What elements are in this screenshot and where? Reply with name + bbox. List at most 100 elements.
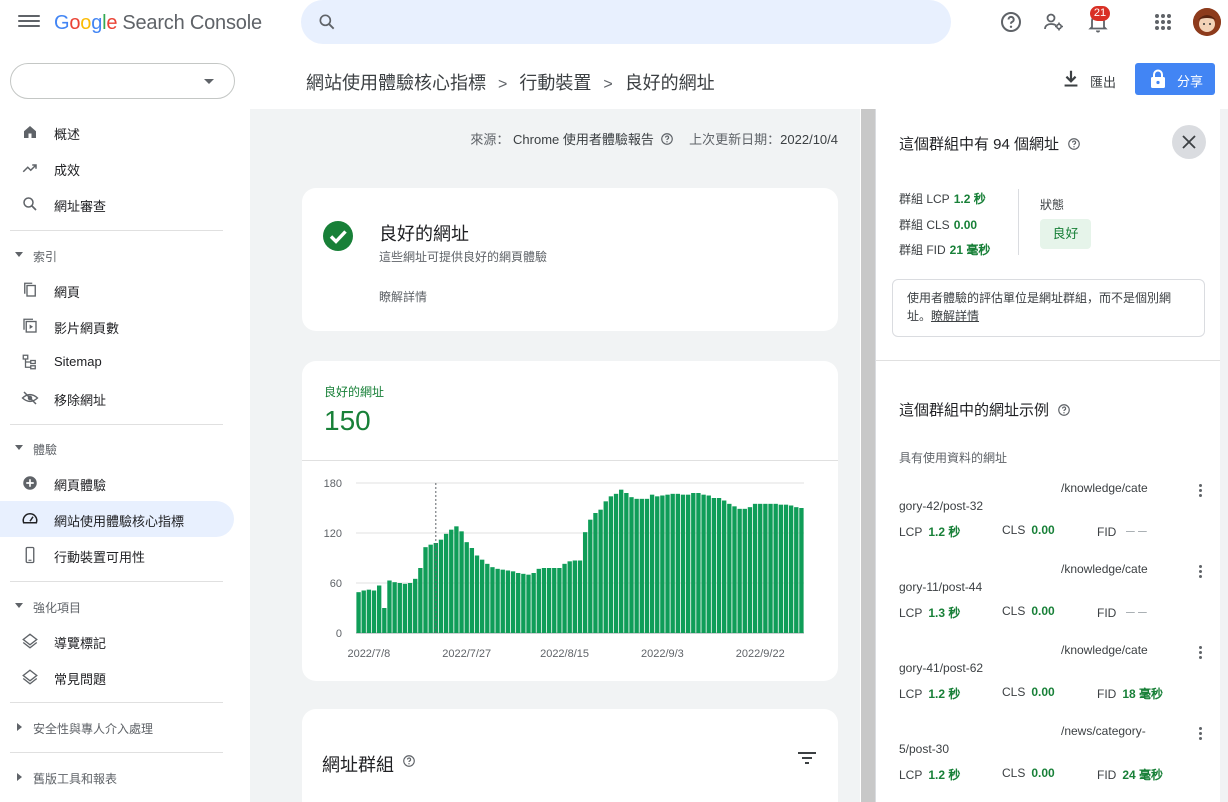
chart-bar[interactable] [562,563,567,633]
app-logo[interactable]: Google Search Console [54,12,262,35]
chart-bar[interactable] [639,498,644,633]
chart-bar[interactable] [510,571,516,633]
chart-bar[interactable] [665,494,670,633]
chart-bar[interactable] [469,548,475,633]
chart-bar[interactable] [696,493,701,633]
chart-bar[interactable] [629,497,634,633]
chart-bar[interactable] [356,592,361,633]
chart-bar[interactable] [598,509,603,633]
chart-bar[interactable] [711,498,717,633]
chart-bar[interactable] [799,508,804,633]
close-panel-button[interactable] [1172,125,1206,159]
chart-bar[interactable] [361,590,366,634]
chart-bar[interactable] [752,503,758,633]
chart-bar[interactable] [788,505,794,634]
chart-bar[interactable] [428,544,433,633]
chart-bar[interactable] [423,547,428,633]
chart-bar[interactable] [505,570,511,634]
chart-bar[interactable] [593,513,598,633]
sidebar-section-security[interactable]: 安全性與專人介入處理 [0,713,234,741]
search-input[interactable] [351,8,931,36]
chart-bar[interactable] [588,519,593,633]
sidebar-item-removals[interactable]: 移除網址 [0,380,234,416]
chart-bar[interactable] [742,508,747,633]
chart-bar[interactable] [747,507,753,633]
chart-bar[interactable] [376,585,382,634]
sidebar-section-legacy[interactable]: 舊版工具和報表 [0,763,234,791]
chart-bar[interactable] [783,504,789,633]
breadcrumb-item[interactable]: 行動裝置 [519,73,591,93]
good-urls-bar-chart[interactable]: 0 60 120 180 2022/7/8 2022/7/27 2022/8/15 2022/… [302,461,838,671]
chart-bar[interactable] [608,496,614,633]
url-example-row[interactable]: /knowledge/cate gory-42/post-32 LCP 1.2 秒… [876,481,1221,561]
chart-bar[interactable] [577,560,583,634]
chart-bar[interactable] [443,533,449,633]
chart-bar[interactable] [763,503,768,633]
url-example-row[interactable]: /knowledge/cate gory-41/post-62 LCP 1.2 秒… [876,643,1221,723]
chart-bar[interactable] [449,529,454,633]
sidebar-item-core-web-vitals[interactable]: 網站使用體驗核心指標 [0,501,234,537]
chart-bar[interactable] [387,580,392,634]
share-button[interactable]: 分享 [1135,63,1215,95]
chart-bar[interactable] [521,573,526,633]
sidebar-item-sitemap[interactable]: Sitemap [0,344,234,380]
more-vert-icon[interactable] [1197,645,1203,661]
chart-bar[interactable] [397,583,402,633]
sidebar-item-pages[interactable]: 網頁 [0,272,234,308]
chart-bar[interactable] [758,503,763,633]
chart-bar[interactable] [634,498,639,633]
chart-bar[interactable] [490,567,495,633]
chart-bar[interactable] [572,560,578,634]
chart-bar[interactable] [567,561,572,633]
breadcrumb-item[interactable]: 網站使用體驗核心指標 [306,73,486,93]
sidebar-item-faq[interactable]: 常見問題 [0,659,234,695]
note-learn-more-link[interactable]: 瞭解詳情 [931,309,979,323]
chart-bar[interactable] [485,563,490,633]
chart-bar[interactable] [371,590,377,634]
search-icon[interactable] [317,12,337,32]
sidebar-section-index[interactable]: 索引 [0,241,234,269]
property-selector[interactable] [10,63,235,99]
chart-bar[interactable] [479,559,485,633]
sidebar-item-url-inspection[interactable]: 網址審查 [0,186,234,222]
chart-bar[interactable] [706,495,711,634]
more-vert-icon[interactable] [1197,564,1203,580]
chart-bar[interactable] [727,503,732,633]
chart-bar[interactable] [603,501,608,633]
chart-bar[interactable] [413,578,418,633]
sidebar-section-enhancements[interactable]: 強化項目 [0,592,234,620]
sidebar-section-experience[interactable]: 體驗 [0,434,234,462]
help-icon[interactable] [999,10,1023,34]
sidebar-item-performance[interactable]: 成效 [0,150,234,186]
chart-bar[interactable] [557,568,562,633]
chart-bar[interactable] [722,500,727,634]
chart-bar[interactable] [382,608,387,633]
chart-bar[interactable] [546,568,552,633]
url-example-row[interactable]: /knowledge/cate gory-11/post-44 LCP 1.3 秒… [876,562,1221,642]
more-vert-icon[interactable] [1197,483,1203,499]
chart-bar[interactable] [407,583,413,633]
more-vert-icon[interactable] [1197,726,1203,742]
chart-bar[interactable] [691,493,696,633]
chart-bar[interactable] [459,531,464,633]
help-icon[interactable] [660,132,674,146]
chart-bar[interactable] [701,494,706,633]
chart-bar[interactable] [531,573,536,633]
chart-bar[interactable] [402,583,408,633]
learn-more-link[interactable]: 瞭解詳情 [379,288,427,305]
chart-bar[interactable] [768,503,773,633]
chart-bar[interactable] [737,508,742,633]
chart-bar[interactable] [619,489,624,633]
chart-bar[interactable] [778,504,784,633]
chart-bar[interactable] [613,493,619,633]
chart-bar[interactable] [624,493,629,633]
chart-bar[interactable] [660,495,665,634]
chart-bar[interactable] [392,582,397,633]
chart-bar[interactable] [438,539,444,633]
chart-bar[interactable] [541,568,547,633]
chart-bar[interactable] [526,574,531,633]
sidebar-item-page-experience[interactable]: 網頁體驗 [0,465,234,501]
chart-bar[interactable] [644,498,650,633]
chart-bar[interactable] [649,494,655,633]
help-icon[interactable] [402,754,416,768]
